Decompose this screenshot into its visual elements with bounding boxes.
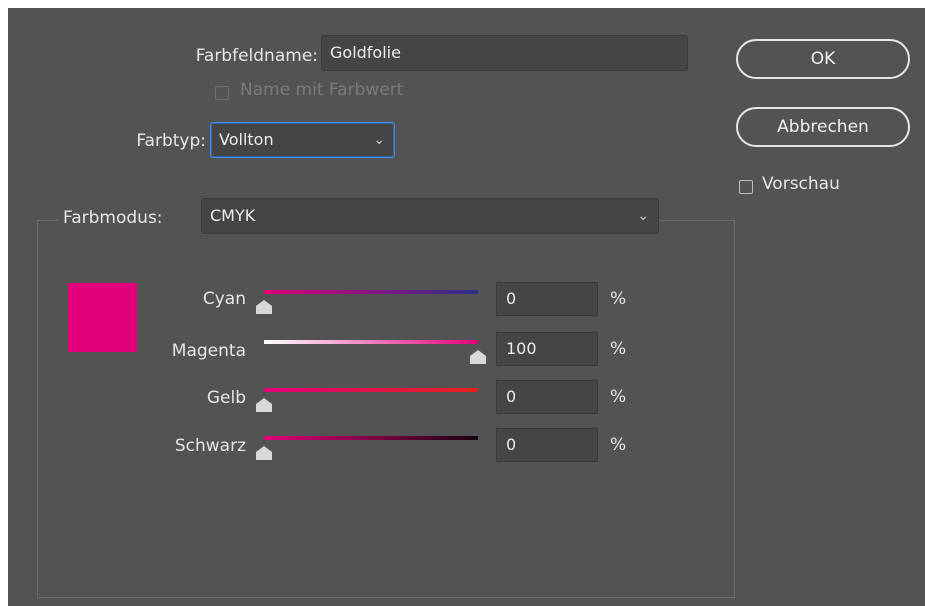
swatch-options-dialog: Farbfeldname: Goldfolie Name mit Farbwer… xyxy=(8,8,925,606)
color-mode-label: Farbmodus: xyxy=(63,208,163,228)
schwarz-value-input[interactable]: 0 xyxy=(496,428,598,462)
magenta-unit: % xyxy=(610,339,627,359)
slider-thumb-icon xyxy=(470,350,486,364)
name-with-value-label: Name mit Farbwert xyxy=(240,80,404,100)
swatch-name-label: Farbfeldname: xyxy=(195,46,318,66)
preview-label: Vorschau xyxy=(762,174,840,194)
schwarz-unit: % xyxy=(610,435,627,455)
magenta-value-input[interactable]: 100 xyxy=(496,332,598,366)
slider-thumb-icon xyxy=(256,398,272,412)
schwarz-label: Schwarz xyxy=(174,436,246,456)
magenta-label: Magenta xyxy=(171,341,246,361)
chevron-down-icon: ⌄ xyxy=(637,208,649,224)
gelb-value-input[interactable]: 0 xyxy=(496,380,598,414)
color-type-label: Farbtyp: xyxy=(136,131,206,151)
slider-thumb-icon xyxy=(256,446,272,460)
swatch-name-value: Goldfolie xyxy=(330,43,401,62)
ok-button[interactable]: OK xyxy=(736,39,910,79)
gelb-label: Gelb xyxy=(206,388,246,408)
cyan-slider-track[interactable] xyxy=(264,290,478,294)
preview-checkbox[interactable] xyxy=(739,180,753,194)
gelb-unit: % xyxy=(610,387,627,407)
slider-thumb-icon xyxy=(256,300,272,314)
chevron-down-icon: ⌄ xyxy=(373,132,385,148)
magenta-slider-track[interactable] xyxy=(264,340,478,344)
cancel-button[interactable]: Abbrechen xyxy=(736,107,910,147)
cyan-label: Cyan xyxy=(202,289,246,309)
swatch-name-input[interactable]: Goldfolie xyxy=(321,35,688,71)
color-mode-select[interactable]: CMYK ⌄ xyxy=(201,198,659,234)
color-mode-value: CMYK xyxy=(210,206,256,225)
name-with-value-checkbox[interactable] xyxy=(215,86,229,100)
color-swatch-preview xyxy=(68,283,137,352)
color-type-value: Vollton xyxy=(219,130,274,149)
schwarz-slider-track[interactable] xyxy=(264,436,478,440)
gelb-slider-track[interactable] xyxy=(264,388,478,392)
cyan-value-input[interactable]: 0 xyxy=(496,282,598,316)
cyan-unit: % xyxy=(610,289,627,309)
color-type-select[interactable]: Vollton ⌄ xyxy=(210,122,395,158)
color-mode-group xyxy=(37,220,735,598)
